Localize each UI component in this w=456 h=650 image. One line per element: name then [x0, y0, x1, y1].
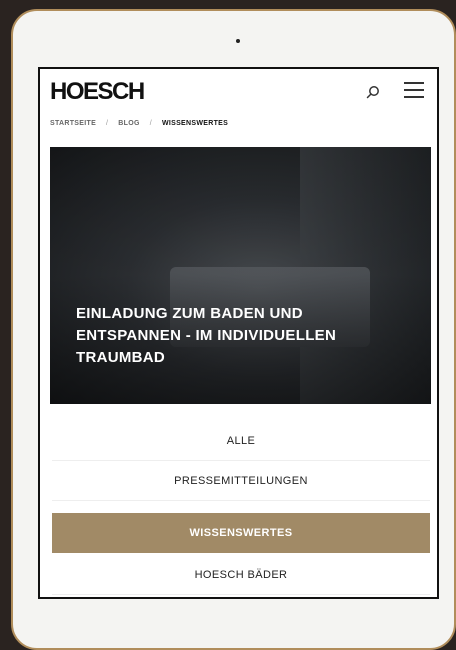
breadcrumb: STARTSEITE / BLOG / WISSENSWERTES: [50, 120, 228, 127]
tablet-camera: [236, 39, 240, 43]
filter-hoesch-baeder[interactable]: HOESCH BÄDER: [52, 555, 430, 595]
filter-alle[interactable]: ALLE: [52, 421, 430, 461]
hoesch-logo[interactable]: HOESCH: [50, 78, 145, 106]
search-icon[interactable]: [366, 85, 380, 99]
site-header: HOESCH: [40, 69, 437, 113]
breadcrumb-separator: /: [106, 120, 109, 127]
breadcrumb-separator: /: [149, 120, 152, 127]
filter-wissenswertes[interactable]: WISSENSWERTES: [52, 513, 430, 553]
breadcrumb-item-blog[interactable]: BLOG: [118, 120, 139, 127]
tablet-screen: HOESCH STARTSEITE / BLOG / WISSENSWERTES…: [38, 67, 439, 599]
hero-title[interactable]: EINLADUNG ZUM BADEN UND ENTSPANNEN - IM …: [76, 303, 396, 369]
hamburger-menu-icon[interactable]: [404, 82, 424, 100]
hero-image[interactable]: EINLADUNG ZUM BADEN UND ENTSPANNEN - IM …: [50, 147, 431, 404]
breadcrumb-item-current: WISSENSWERTES: [161, 120, 229, 127]
breadcrumb-item-startseite[interactable]: STARTSEITE: [50, 120, 96, 127]
filter-pressemitteilungen[interactable]: PRESSEMITTEILUNGEN: [52, 461, 430, 501]
